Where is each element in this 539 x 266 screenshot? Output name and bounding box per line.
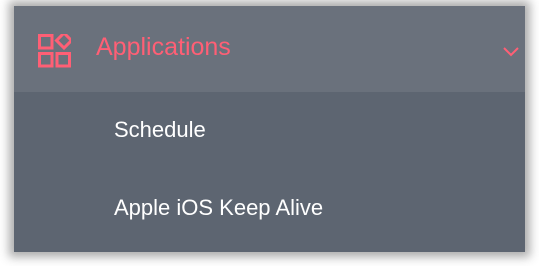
chevron-down-icon[interactable] <box>502 46 520 58</box>
applications-menu-label: Applications <box>96 33 231 61</box>
menu-item-schedule[interactable]: Schedule <box>14 92 525 170</box>
applications-submenu: Schedule Apple iOS Keep Alive <box>14 92 525 248</box>
navigation-menu: Applications Schedule Apple iOS Keep Ali… <box>14 6 525 252</box>
menu-item-label: Schedule <box>114 117 206 142</box>
applications-grid-icon <box>38 34 71 68</box>
menu-item-apple-ios-keep-alive[interactable]: Apple iOS Keep Alive <box>14 170 525 248</box>
menu-item-label: Apple iOS Keep Alive <box>114 195 324 220</box>
applications-menu-header[interactable]: Applications <box>14 6 525 92</box>
